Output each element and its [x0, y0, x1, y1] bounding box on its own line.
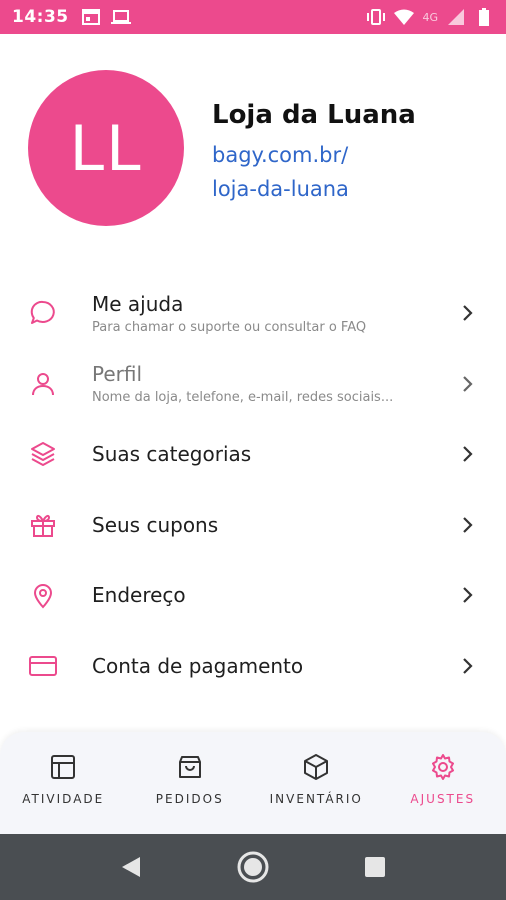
- menu-item-subtitle: Nome da loja, telefone, e-mail, redes so…: [92, 390, 394, 406]
- menu-item-endereco[interactable]: Endereço: [0, 560, 506, 631]
- network-type: 4G: [422, 10, 438, 24]
- menu-item-me-ajuda[interactable]: Me ajuda Para chamar o suporte ou consul…: [0, 278, 506, 349]
- menu-item-title: Conta de pagamento: [92, 653, 304, 678]
- store-url-link[interactable]: bagy.com.br/ loja-da-luana: [212, 138, 416, 206]
- chevron-right-icon: [460, 374, 476, 394]
- home-icon[interactable]: [233, 847, 273, 887]
- settings-menu: Me ajuda Para chamar o suporte ou consul…: [0, 278, 506, 701]
- gift-icon: [28, 510, 58, 540]
- nav-item-atividade[interactable]: ATIVIDADE: [0, 732, 127, 834]
- menu-item-suas-categorias[interactable]: Suas categorias: [0, 419, 506, 490]
- vibrate-icon: [366, 8, 386, 26]
- nav-item-pedidos[interactable]: PEDIDOS: [127, 732, 254, 834]
- nav-item-inventario[interactable]: INVENTÁRIO: [253, 732, 380, 834]
- status-time: 14:35: [12, 7, 69, 27]
- menu-item-seus-cupons[interactable]: Seus cupons: [0, 490, 506, 561]
- menu-item-title: Endereço: [92, 583, 186, 608]
- battery-icon: [474, 8, 494, 26]
- calendar-icon: [81, 8, 101, 26]
- menu-item-perfil[interactable]: Perfil Nome da loja, telefone, e-mail, r…: [0, 349, 506, 420]
- laptop-icon: [110, 8, 131, 26]
- menu-item-title: Me ajuda: [92, 291, 184, 316]
- nav-label: INVENTÁRIO: [269, 792, 363, 806]
- chevron-right-icon: [460, 585, 476, 605]
- avatar[interactable]: LL: [28, 70, 184, 226]
- layers-icon: [28, 439, 58, 469]
- back-icon[interactable]: [111, 847, 151, 887]
- profile-header: LL Loja da Luana bagy.com.br/ loja-da-lu…: [28, 70, 416, 226]
- shopping-bag-icon: [175, 752, 205, 782]
- nav-label: AJUSTES: [410, 792, 476, 806]
- status-bar: 14:35 4G: [0, 0, 506, 34]
- dashboard-icon: [48, 752, 78, 782]
- chevron-right-icon: [460, 303, 476, 323]
- gear-icon: [428, 752, 458, 782]
- menu-item-conta-de-pagamento[interactable]: Conta de pagamento: [0, 631, 506, 702]
- recents-icon[interactable]: [355, 847, 395, 887]
- nav-label: ATIVIDADE: [22, 792, 105, 806]
- bottom-navigation: ATIVIDADE PEDIDOS INVENTÁRIO AJUSTES: [0, 732, 506, 834]
- system-navigation-bar: [0, 834, 506, 900]
- menu-item-title: Suas categorias: [92, 442, 252, 467]
- menu-item-subtitle: Para chamar o suporte ou consultar o FAQ: [92, 319, 367, 335]
- person-icon: [28, 369, 58, 399]
- signal-icon: [446, 8, 466, 26]
- store-name: Loja da Luana: [212, 100, 416, 130]
- chevron-right-icon: [460, 656, 476, 676]
- credit-card-icon: [28, 651, 58, 681]
- store-url-line2: loja-da-luana: [212, 177, 349, 201]
- chevron-right-icon: [460, 515, 476, 535]
- menu-item-title: Seus cupons: [92, 512, 219, 537]
- menu-item-title: Perfil: [92, 362, 143, 387]
- chat-bubble-icon: [28, 298, 58, 328]
- nav-item-ajustes[interactable]: AJUSTES: [380, 732, 506, 834]
- chevron-right-icon: [460, 444, 476, 464]
- wifi-icon: [394, 8, 415, 26]
- location-pin-icon: [28, 580, 58, 610]
- nav-label: PEDIDOS: [155, 792, 224, 806]
- store-url-line1: bagy.com.br/: [212, 143, 349, 167]
- box-icon: [301, 752, 331, 782]
